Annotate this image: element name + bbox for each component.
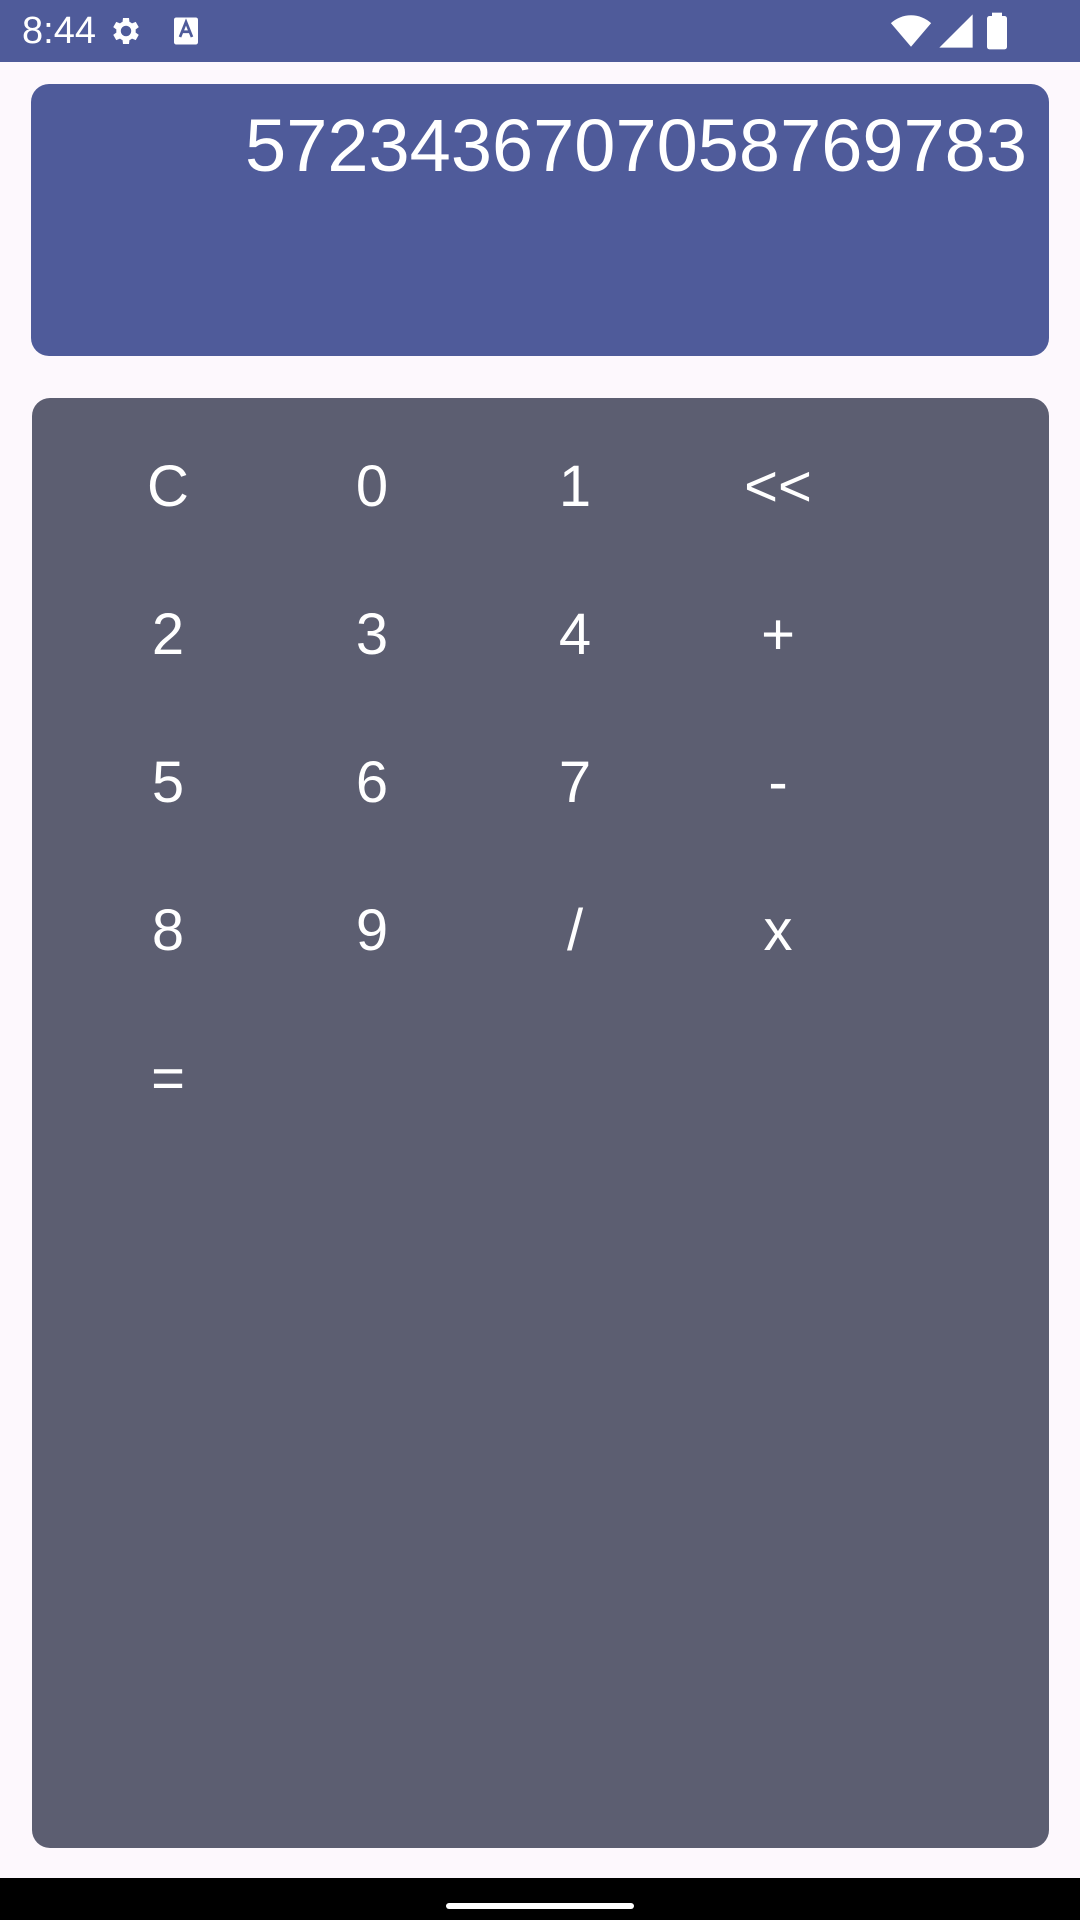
status-time: 8:44 [22, 10, 96, 52]
digit-1-button[interactable]: 1 [475, 426, 675, 546]
digit-8-button[interactable]: 8 [68, 870, 268, 990]
subtract-button[interactable]: - [678, 722, 878, 842]
digit-2-button[interactable]: 2 [68, 574, 268, 694]
signal-icon [936, 11, 976, 51]
digit-4-button[interactable]: 4 [475, 574, 675, 694]
multiply-button[interactable]: x [678, 870, 878, 990]
result-display: 5723436707058769783 [31, 84, 1049, 356]
home-handle[interactable] [446, 1903, 634, 1909]
equals-button[interactable]: = [68, 1018, 268, 1138]
backspace-button[interactable]: << [678, 426, 878, 546]
digit-0-button[interactable]: 0 [272, 426, 472, 546]
digit-3-button[interactable]: 3 [272, 574, 472, 694]
add-button[interactable]: + [678, 574, 878, 694]
digit-6-button[interactable]: 6 [272, 722, 472, 842]
wifi-icon [890, 10, 932, 52]
divide-button[interactable]: / [475, 870, 675, 990]
navigation-bar [0, 1878, 1080, 1920]
status-bar: 8:44 [0, 0, 1080, 62]
text-a-icon [168, 13, 204, 49]
clear-button[interactable]: C [68, 426, 268, 546]
keypad: C 0 1 << 2 3 4 +5 6 7- 8 9/x = [32, 398, 1049, 1848]
display-value: 5723436707058769783 [245, 104, 1027, 187]
gear-icon [108, 13, 144, 49]
battery-icon [982, 11, 1012, 51]
digit-9-button[interactable]: 9 [272, 870, 472, 990]
digit-7-button[interactable]: 7 [475, 722, 675, 842]
digit-5-button[interactable]: 5 [68, 722, 268, 842]
